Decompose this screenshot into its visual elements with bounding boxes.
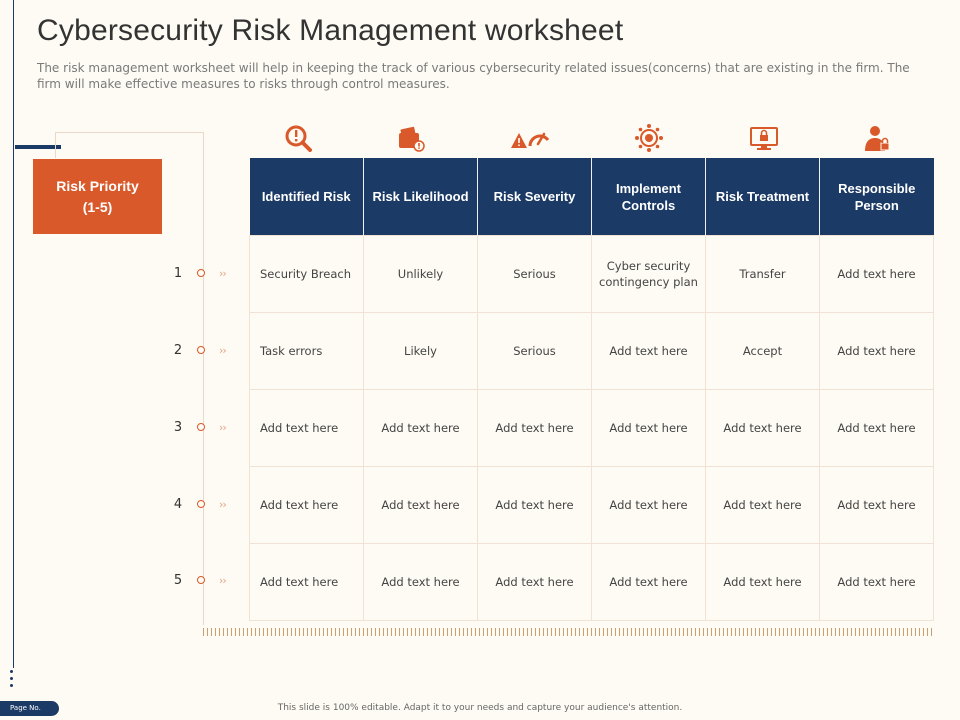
risk-search-icon (283, 122, 313, 154)
table-cell[interactable]: Add text here (249, 543, 364, 621)
table-cell[interactable]: Add text here (591, 389, 706, 467)
chevron-right-icon: ›› (219, 573, 227, 587)
column-header: Responsible Person (819, 158, 934, 236)
column-header: Identified Risk (249, 158, 364, 236)
person-lock-icon (862, 122, 892, 154)
row-marker-3: 3 ›› (170, 417, 227, 437)
table-cell[interactable]: Likely (363, 312, 478, 390)
table-cell[interactable]: Add text here (705, 389, 820, 467)
page-title: Cybersecurity Risk Management worksheet (37, 14, 624, 47)
table-row: Task errors Likely Serious Add text here… (249, 312, 934, 390)
gear-network-icon (634, 122, 664, 154)
row-dot (197, 576, 205, 584)
row-dot (197, 346, 205, 354)
column-header: Risk Treatment (705, 158, 820, 236)
row-number: 3 (173, 419, 183, 435)
row-marker-4: 4 ›› (170, 494, 227, 514)
left-dots (10, 670, 14, 691)
table-row: Add text here Add text here Add text her… (249, 389, 934, 467)
table-cell[interactable]: Add text here (819, 235, 934, 313)
footer-note: This slide is 100% editable. Adapt it to… (277, 703, 683, 713)
table-row: Add text here Add text here Add text her… (249, 466, 934, 544)
row-number: 4 (173, 496, 183, 512)
table-cell[interactable]: Add text here (477, 389, 592, 467)
risk-worksheet-table: Identified Risk Risk Likelihood Risk Sev… (249, 158, 934, 621)
risk-priority-range: (1-5) (82, 198, 113, 215)
page-subtitle: The risk management worksheet will help … (37, 61, 910, 91)
monitor-lock-icon (749, 122, 779, 154)
row-number: 2 (173, 342, 183, 358)
warning-gauge-icon (510, 122, 550, 154)
table-cell[interactable]: Accept (705, 312, 820, 390)
table-cell[interactable]: Add text here (477, 543, 592, 621)
table-cell[interactable]: Add text here (363, 543, 478, 621)
chevron-right-icon: ›› (219, 266, 227, 280)
table-row: Add text here Add text here Add text her… (249, 543, 934, 621)
table-cell[interactable]: Add text here (591, 312, 706, 390)
table-cell[interactable]: Add text here (249, 389, 364, 467)
row-dot (197, 269, 205, 277)
table-cell[interactable]: Add text here (705, 543, 820, 621)
row-number: 5 (173, 572, 183, 588)
table-cell[interactable]: Add text here (819, 543, 934, 621)
row-marker-5: 5 ›› (170, 570, 227, 590)
table-cell[interactable]: Add text here (363, 389, 478, 467)
table-cell[interactable]: Serious (477, 235, 592, 313)
column-header: Risk Likelihood (363, 158, 478, 236)
column-header: Implement Controls (591, 158, 706, 236)
chevron-right-icon: ›› (219, 497, 227, 511)
table-cell[interactable]: Add text here (819, 466, 934, 544)
table-cell[interactable]: Add text here (249, 466, 364, 544)
wallet-alert-icon (396, 122, 426, 154)
tick-divider (203, 628, 934, 636)
table-cell[interactable]: Add text here (591, 543, 706, 621)
risk-priority-label: Risk Priority (56, 177, 139, 194)
left-rule (13, 0, 14, 668)
row-marker-1: 1 ›› (170, 263, 227, 283)
table-cell[interactable]: Security Breach (249, 235, 364, 313)
table-cell[interactable]: Cyber security contingency plan (591, 235, 706, 313)
table-cell[interactable]: Add text here (705, 466, 820, 544)
table-cell[interactable]: Add text here (363, 466, 478, 544)
table-cell[interactable]: Transfer (705, 235, 820, 313)
chevron-right-icon: ›› (219, 343, 227, 357)
table-cell[interactable]: Task errors (249, 312, 364, 390)
row-dot (197, 500, 205, 508)
risk-priority-box: Risk Priority (1-5) (33, 159, 162, 234)
table-cell[interactable]: Serious (477, 312, 592, 390)
column-header: Risk Severity (477, 158, 592, 236)
table-cell[interactable]: Add text here (819, 389, 934, 467)
table-cell[interactable]: Unlikely (363, 235, 478, 313)
row-marker-2: 2 ›› (170, 340, 227, 360)
table-cell[interactable]: Add text here (591, 466, 706, 544)
row-dot (197, 423, 205, 431)
table-header-row: Identified Risk Risk Likelihood Risk Sev… (249, 158, 934, 236)
priority-bracket-stub (55, 132, 56, 158)
table-cell[interactable]: Add text here (819, 312, 934, 390)
table-cell[interactable]: Add text here (477, 466, 592, 544)
chevron-right-icon: ›› (219, 420, 227, 434)
row-number: 1 (173, 265, 183, 281)
table-row: Security Breach Unlikely Serious Cyber s… (249, 235, 934, 313)
